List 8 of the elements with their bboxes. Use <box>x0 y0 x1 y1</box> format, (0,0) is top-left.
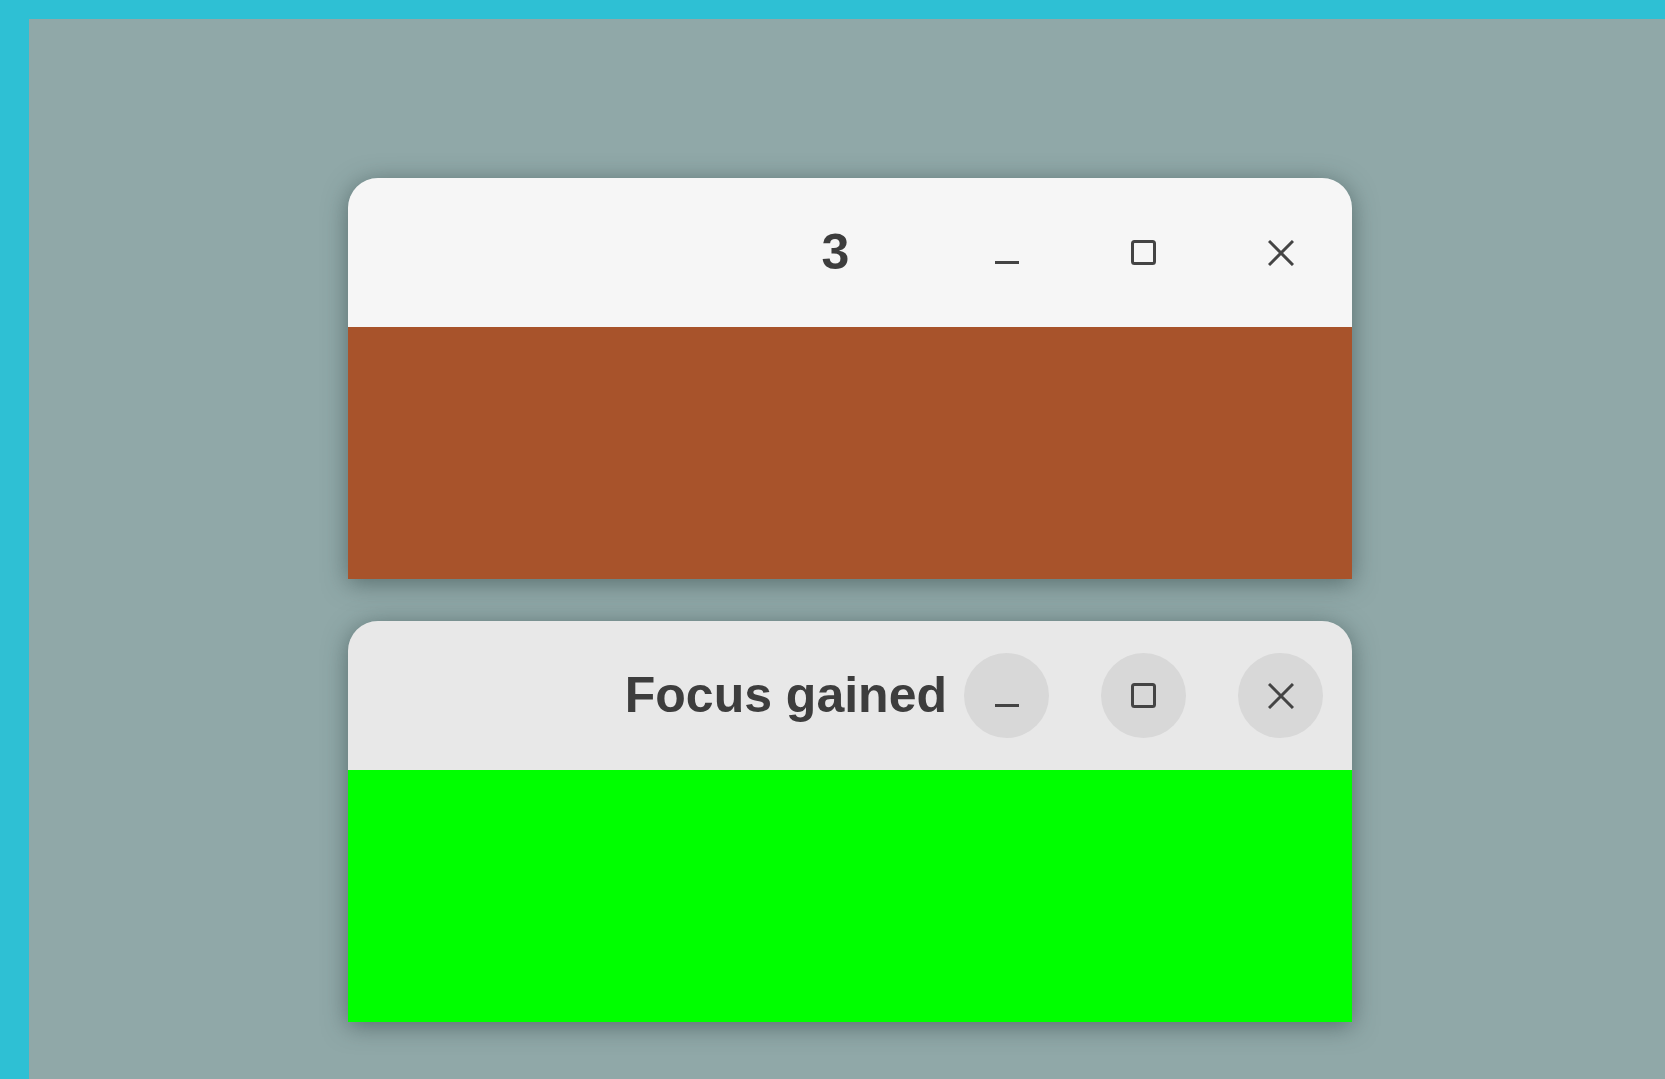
close-icon <box>1267 239 1294 266</box>
window-title: 3 <box>821 223 850 282</box>
window-title: Focus gained <box>624 666 947 725</box>
maximize-icon <box>1131 683 1156 708</box>
minimize-icon <box>994 261 1019 264</box>
close-icon <box>1267 682 1294 709</box>
maximize-icon <box>1131 240 1156 265</box>
minimize-icon <box>994 704 1019 707</box>
